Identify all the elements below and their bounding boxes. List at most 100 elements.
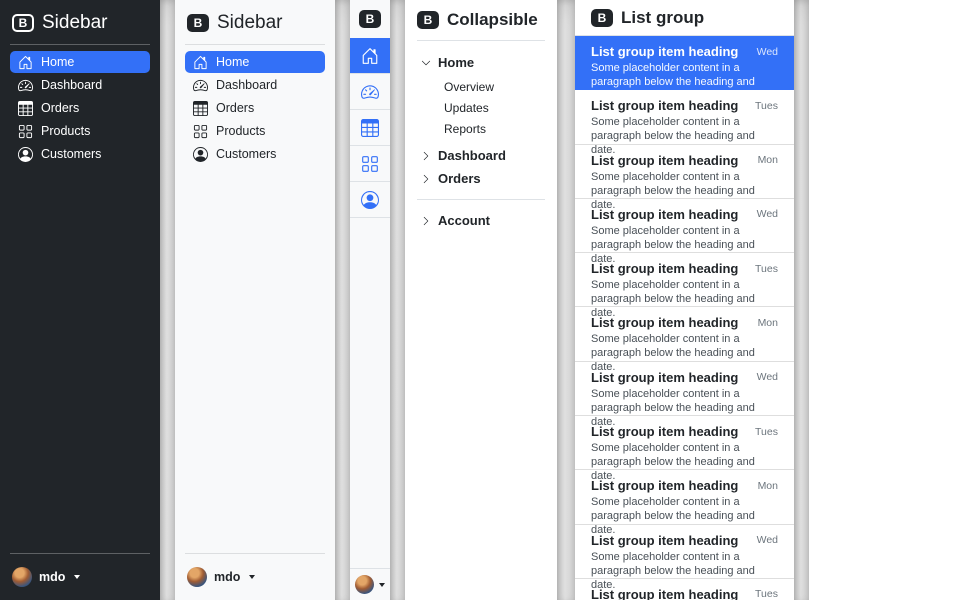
list-group-item[interactable]: List group item headingWedSome placehold… bbox=[575, 525, 794, 579]
list-item-day: Tues bbox=[755, 588, 778, 600]
user-dropdown[interactable]: mdo bbox=[10, 560, 150, 590]
list-item-heading: List group item heading bbox=[591, 587, 738, 600]
avatar bbox=[12, 567, 32, 587]
brand-title: Sidebar bbox=[217, 12, 283, 34]
nav-item-orders[interactable]: Orders bbox=[10, 97, 150, 119]
tree-child-reports[interactable]: Reports bbox=[444, 118, 545, 139]
divider-rule bbox=[185, 553, 325, 554]
nav-item-home[interactable]: Home bbox=[10, 51, 150, 73]
nav-item-label: Orders bbox=[216, 101, 254, 115]
nav-item-products[interactable] bbox=[350, 146, 390, 182]
nav-item-customers[interactable] bbox=[350, 182, 390, 218]
house-icon bbox=[361, 47, 379, 65]
nav-dark: Home DashboardOrdersProductsCustomers bbox=[10, 51, 150, 165]
list-group-item[interactable]: List group item headingTuesSome placehol… bbox=[575, 90, 794, 144]
nav-item-dashboard[interactable] bbox=[350, 74, 390, 110]
list-group-item[interactable]: List group item headingTuesSome placehol… bbox=[575, 416, 794, 470]
tree-children: OverviewUpdatesReports bbox=[417, 74, 545, 144]
nav-item-products[interactable]: Products bbox=[185, 120, 325, 142]
nav-item-label: Home bbox=[41, 55, 74, 69]
brand-link-light[interactable]: B Sidebar bbox=[185, 10, 325, 44]
list-item-heading: List group item heading bbox=[591, 315, 738, 330]
tree-child-updates[interactable]: Updates bbox=[444, 97, 545, 118]
nav-item-home[interactable]: Home bbox=[185, 51, 325, 73]
list-item-day: Wed bbox=[757, 208, 778, 220]
bootstrap-logo-icon: B bbox=[591, 9, 613, 27]
sidebar-dark: B Sidebar Home DashboardOrdersProductsCus… bbox=[0, 0, 160, 600]
sidebar-collapsible: B Collapsible Home OverviewUpdatesReports… bbox=[405, 0, 557, 600]
brand-title: Collapsible bbox=[447, 10, 538, 30]
list-group-item[interactable]: List group item headingWedSome placehold… bbox=[575, 36, 794, 90]
brand-link-list-group[interactable]: B List group bbox=[575, 0, 794, 36]
list-group-scrollarea[interactable]: List group item headingWedSome placehold… bbox=[575, 36, 794, 600]
list-group-item[interactable]: List group item headingTuesSome placehol… bbox=[575, 253, 794, 307]
nav-item-home[interactable] bbox=[350, 38, 390, 74]
user-dropdown[interactable] bbox=[355, 575, 385, 594]
list-item-heading: List group item heading bbox=[591, 370, 738, 385]
brand-link-collapsible[interactable]: B Collapsible bbox=[417, 8, 545, 41]
nav-item-dashboard[interactable]: Dashboard bbox=[10, 74, 150, 96]
list-item-header-row: List group item heading Wed bbox=[591, 44, 778, 59]
bootstrap-logo-icon: B bbox=[12, 14, 34, 32]
list-item-day: Wed bbox=[757, 46, 778, 58]
tree-label: Home bbox=[438, 55, 474, 70]
table-icon bbox=[18, 101, 33, 116]
list-item-heading: List group item heading bbox=[591, 98, 738, 113]
list-item-day: Tues bbox=[755, 263, 778, 275]
table-icon bbox=[193, 101, 208, 116]
nav-item-products[interactable]: Products bbox=[10, 120, 150, 142]
nav-item-customers[interactable]: Customers bbox=[185, 143, 325, 165]
list-item-header-row: List group item headingWed bbox=[591, 370, 778, 385]
list-item-heading: List group item heading bbox=[591, 44, 738, 59]
table-icon bbox=[361, 119, 379, 137]
grid-icon bbox=[18, 124, 33, 139]
sidebar-footer: mdo bbox=[10, 553, 150, 590]
list-group-item[interactable]: List group item headingMonSome placehold… bbox=[575, 145, 794, 199]
tree-toggle-dashboard[interactable]: Dashboard bbox=[417, 144, 545, 167]
house-icon bbox=[18, 55, 33, 70]
tree-label: Orders bbox=[438, 171, 481, 186]
tree-toggle-orders[interactable]: Orders bbox=[417, 167, 545, 190]
example-divider bbox=[557, 0, 575, 600]
nav-item-orders[interactable] bbox=[350, 110, 390, 146]
nav-item-label: Customers bbox=[216, 147, 276, 161]
list-item-header-row: List group item headingTues bbox=[591, 98, 778, 113]
user-name: mdo bbox=[214, 570, 240, 584]
sidebar-footer bbox=[350, 568, 390, 600]
list-item-header-row: List group item heading Tues bbox=[591, 587, 778, 600]
tree-toggle-home[interactable]: Home bbox=[417, 51, 545, 74]
grid-icon bbox=[193, 124, 208, 139]
sidebar-icons: B bbox=[350, 0, 390, 600]
brand-link-icons[interactable]: B bbox=[350, 0, 390, 38]
collapsible-tree: HomeOverviewUpdatesReportsDashboardOrder… bbox=[417, 51, 545, 190]
divider-rule bbox=[10, 553, 150, 554]
list-group-item[interactable]: List group item headingWedSome placehold… bbox=[575, 199, 794, 253]
house-icon bbox=[193, 55, 208, 70]
list-item-day: Mon bbox=[758, 154, 778, 166]
divider-rule bbox=[10, 44, 150, 45]
chevron-right-icon bbox=[421, 216, 431, 226]
chevron-right-icon bbox=[421, 174, 431, 184]
list-item-heading: List group item heading bbox=[591, 533, 738, 548]
nav-item-dashboard[interactable]: Dashboard bbox=[185, 74, 325, 96]
person-circle-icon bbox=[193, 147, 208, 162]
list-group-item[interactable]: List group item headingWedSome placehold… bbox=[575, 362, 794, 416]
speedometer-icon bbox=[18, 78, 33, 93]
list-item-day: Wed bbox=[757, 534, 778, 546]
list-item-header-row: List group item headingMon bbox=[591, 478, 778, 493]
example-divider bbox=[794, 0, 809, 600]
nav-light: HomeDashboard Orders Products Customers bbox=[185, 51, 325, 165]
list-group-item[interactable]: List group item headingMonSome placehold… bbox=[575, 470, 794, 524]
avatar bbox=[355, 575, 374, 594]
tree-child-overview[interactable]: Overview bbox=[444, 76, 545, 97]
nav-item-customers[interactable]: Customers bbox=[10, 143, 150, 165]
tree-toggle-account[interactable]: Account bbox=[417, 209, 545, 232]
nav-item-orders[interactable]: Orders bbox=[185, 97, 325, 119]
list-group-item[interactable]: List group item headingMonSome placehold… bbox=[575, 307, 794, 361]
page-title: List group bbox=[621, 8, 704, 28]
list-item-day: Tues bbox=[755, 426, 778, 438]
brand-link-dark[interactable]: B Sidebar bbox=[10, 10, 150, 44]
user-dropdown[interactable]: mdo bbox=[185, 560, 325, 590]
divider-rule bbox=[185, 44, 325, 45]
bootstrap-logo-icon: B bbox=[187, 14, 209, 32]
